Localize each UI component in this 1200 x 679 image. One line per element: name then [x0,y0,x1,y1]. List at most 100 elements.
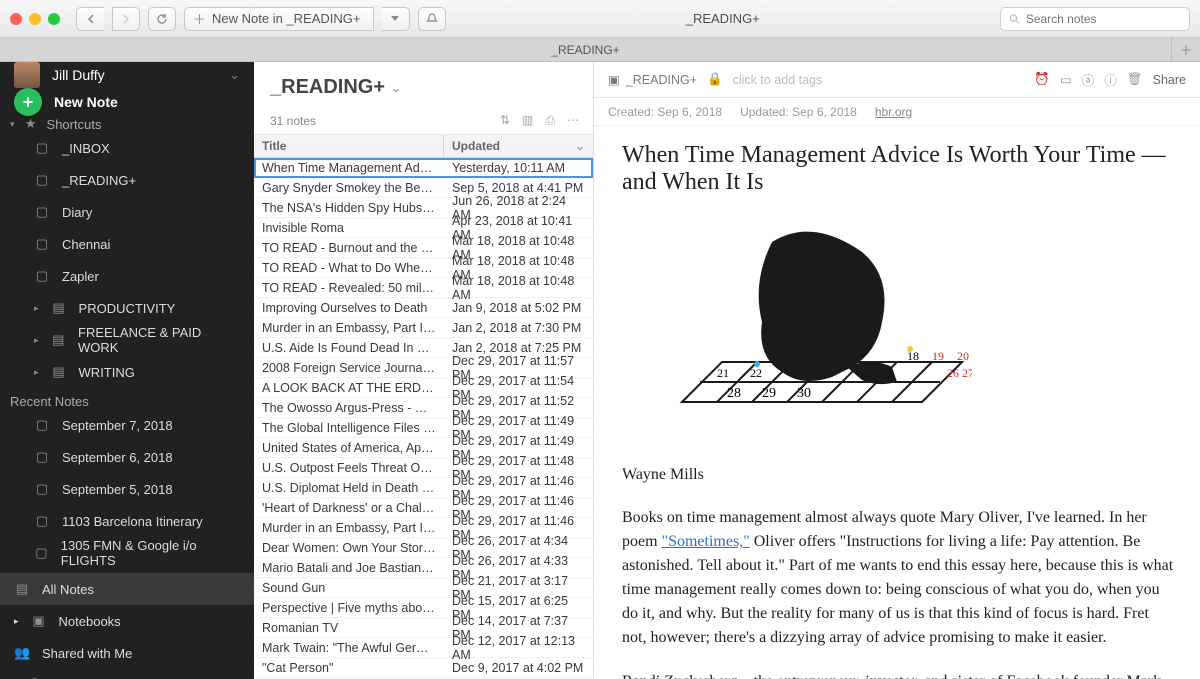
note-icon: ▢ [34,268,50,284]
present-icon[interactable]: ▭ [1060,72,1072,87]
note-title-cell: TO READ - What to Do When W... [254,261,444,275]
close-window-button[interactable] [10,13,22,25]
plus-circle-icon: + [14,88,42,116]
notebook-crumb[interactable]: ▣ _READING+ [608,72,697,87]
sidebar-shortcut[interactable]: ▢_READING+ [0,164,254,196]
more-icon[interactable]: ⋯ [567,113,579,128]
search-input[interactable] [1026,12,1181,26]
back-button[interactable] [76,7,104,31]
note-row[interactable]: When Time Management Advice...Yesterday,… [254,158,593,178]
column-title[interactable]: Title [254,135,444,157]
note-count: 31 notes [270,114,316,128]
sidebar-shortcut-folder[interactable]: ▸▤WRITING [0,356,254,388]
note-body[interactable]: When Time Management Advice Is Worth You… [594,126,1200,679]
sidebar-item-shared[interactable]: 👥 Shared with Me [0,637,254,669]
add-tags-field[interactable]: click to add tags [733,73,823,87]
note-row[interactable]: Mark Twain: "The Awful German...Dec 12, … [254,638,593,658]
source-link[interactable]: hbr.org [875,105,912,119]
shortcuts-header[interactable]: ▾ ★ Shortcuts [0,116,254,132]
sidebar-item-tags[interactable]: ▸ 🏷 Tags [0,669,254,679]
sidebar-shortcut-folder[interactable]: ▸▤PRODUCTIVITY [0,292,254,324]
annotate-icon[interactable]: ⓐ [1082,70,1095,89]
stack-icon: ▤ [51,332,66,348]
note-updated-cell: Jan 2, 2018 at 7:25 PM [444,341,593,355]
note-title-cell: Mario Batali and Joe Bastianich... [254,561,444,575]
tab-reading[interactable]: _READING+ [0,38,1172,61]
svg-text:21: 21 [717,366,729,380]
share-button[interactable]: Share [1153,73,1186,87]
sidebar-recent-note[interactable]: ▢September 6, 2018 [0,441,254,473]
new-note-label: New Note [54,94,118,110]
note-title-cell: "Cat Person" [254,661,444,675]
note-row[interactable]: "Cat Person"Dec 9, 2017 at 4:02 PM [254,658,593,678]
trash-icon[interactable]: 🗑 [1127,72,1143,87]
note-icon: ▢ [34,417,50,433]
note-title-cell: 2008 Foreign Service Journal - E... [254,361,444,375]
note-row[interactable]: Murder in an Embassy, Part II - P...Jan … [254,318,593,338]
star-icon: ★ [23,116,39,132]
svg-text:22: 22 [750,366,762,380]
sidebar-shortcut[interactable]: ▢Diary [0,196,254,228]
sidebar-recent-note[interactable]: ▢September 7, 2018 [0,409,254,441]
recent-header: Recent Notes [0,394,254,409]
note-icon: ▢ [34,513,50,529]
new-tab-button[interactable]: ＋ [1172,38,1200,61]
note-title-cell: United States of America, Appell... [254,441,444,455]
sidebar-item-notebooks[interactable]: ▸ ▣ Notebooks [0,605,254,637]
sync-button[interactable] [148,7,176,31]
note-row[interactable]: Improving Ourselves to DeathJan 9, 2018 … [254,298,593,318]
note-title-cell: U.S. Diplomat Held in Death Of E... [254,481,444,495]
column-updated[interactable]: Updated⌄ [444,135,593,157]
avatar [14,62,40,88]
note-icon: ▢ [34,545,49,561]
sidebar-shortcut[interactable]: ▢Zapler [0,260,254,292]
note-title-cell: Dear Women: Own Your Stories [254,541,444,555]
zoom-window-button[interactable] [48,13,60,25]
account-row[interactable]: Jill Duffy ⌄ [0,62,254,88]
sort-icon[interactable]: ⇅ [500,113,510,128]
search-box[interactable] [1000,7,1190,31]
byline: Wayne Mills [622,466,1176,484]
account-name: Jill Duffy [52,67,105,83]
minimize-window-button[interactable] [29,13,41,25]
stack-icon: ▤ [51,364,67,380]
svg-text:28: 28 [727,386,741,401]
note-title-cell: TO READ - Burnout and the Brain [254,241,444,255]
note-icon: ▢ [34,140,50,156]
note-list-panel: _READING+ ⌄ 31 notes ⇅ ▥ ⎙ ⋯ Title Updat… [254,62,594,679]
list-header: Title Updated⌄ [254,135,593,158]
svg-text:30: 30 [797,386,811,401]
note-title-cell: Murder in an Embassy, Part I - "I... [254,521,444,535]
lock-icon: 🔒 [707,72,723,87]
sidebar-recent-note[interactable]: ▢1103 Barcelona Itinerary [0,505,254,537]
notebook-title[interactable]: _READING+ ⌄ [270,76,577,99]
info-icon[interactable]: ⓘ [1104,70,1117,89]
new-note-button[interactable]: ＋ New Note in _READING+ [184,7,374,31]
new-note-dropdown[interactable] [382,7,410,31]
note-title-cell: Invisible Roma [254,221,444,235]
sidebar-recent-note[interactable]: ▢1305 FMN & Google i/o FLIGHTS [0,537,254,569]
view-list-icon[interactable]: ▥ [522,113,533,128]
link-sometimes[interactable]: "Sometimes," [662,533,750,550]
filter-icon[interactable]: ⎙ [545,113,555,128]
sidebar-recent-note[interactable]: ▢September 5, 2018 [0,473,254,505]
chevron-down-icon: ⌄ [391,81,401,95]
sidebar-new-note[interactable]: + New Note [0,88,254,116]
note-title-cell: The Owosso Argus-Press - Goog... [254,401,444,415]
hero-illustration: 28 29 30 21 22 14 15 18 19 20 26 27 [662,212,972,442]
forward-button[interactable] [112,7,140,31]
note-icon: ▢ [34,481,50,497]
note-row[interactable]: TO READ - Revealed: 50 million...Mar 18,… [254,278,593,298]
note-title-cell: Murder in an Embassy, Part II - P... [254,321,444,335]
sidebar-shortcut-folder[interactable]: ▸▤FREELANCE & PAID WORK [0,324,254,356]
sidebar-shortcut[interactable]: ▢_INBOX [0,132,254,164]
sidebar-shortcut[interactable]: ▢Chennai [0,228,254,260]
note-icon: ▢ [34,236,50,252]
svg-text:29: 29 [762,386,776,401]
sidebar-item-all-notes[interactable]: ▤ All Notes [0,573,254,605]
updated-date: Updated: Sep 6, 2018 [740,105,857,119]
note-list[interactable]: When Time Management Advice...Yesterday,… [254,158,593,679]
reminder-icon[interactable]: ⏰ [1034,72,1050,87]
paragraph: Books on time management almost always q… [622,506,1176,650]
activity-button[interactable] [418,7,446,31]
